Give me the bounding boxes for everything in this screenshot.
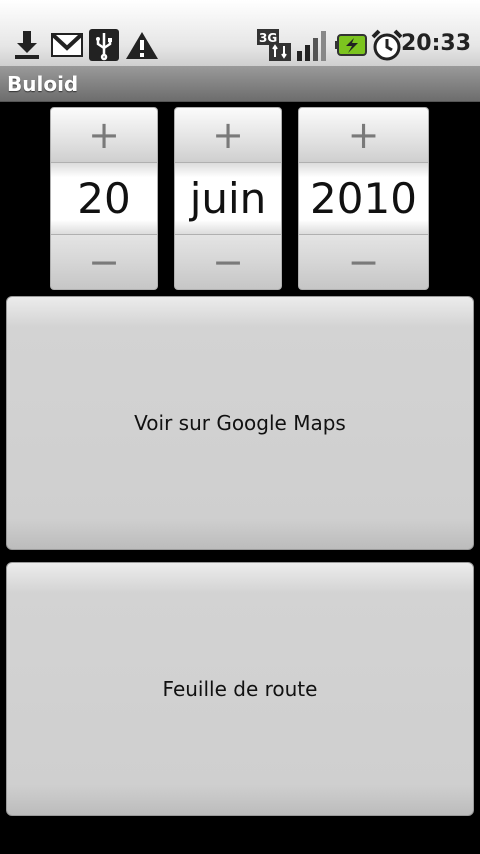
year-increment-button[interactable]: + xyxy=(298,107,429,163)
battery-charging-icon xyxy=(334,28,368,62)
year-picker: + 2010 − xyxy=(298,107,429,290)
year-decrement-button[interactable]: − xyxy=(298,234,429,290)
3g-icon: 3G xyxy=(256,28,292,62)
status-bar: 3G 20:33 xyxy=(0,0,480,66)
month-picker: + juin − xyxy=(174,107,282,290)
status-time: 20:33 xyxy=(400,31,471,56)
month-increment-button[interactable]: + xyxy=(174,107,282,163)
download-icon xyxy=(10,28,44,62)
usb-icon xyxy=(88,28,120,62)
network-type-label: 3G xyxy=(259,31,277,45)
day-decrement-button[interactable]: − xyxy=(50,234,158,290)
google-maps-button[interactable]: Voir sur Google Maps xyxy=(6,296,474,550)
app-title: Buloid xyxy=(7,72,79,96)
day-picker: + 20 − xyxy=(50,107,158,290)
day-increment-button[interactable]: + xyxy=(50,107,158,163)
alarm-icon xyxy=(370,28,404,62)
title-bar: Buloid xyxy=(0,66,480,102)
month-value[interactable]: juin xyxy=(174,163,282,234)
signal-icon xyxy=(296,28,328,62)
year-value[interactable]: 2010 xyxy=(298,163,429,234)
day-value[interactable]: 20 xyxy=(50,163,158,234)
warning-icon xyxy=(124,28,160,62)
month-decrement-button[interactable]: − xyxy=(174,234,282,290)
route-sheet-button[interactable]: Feuille de route xyxy=(6,562,474,816)
gmail-icon xyxy=(50,28,84,62)
